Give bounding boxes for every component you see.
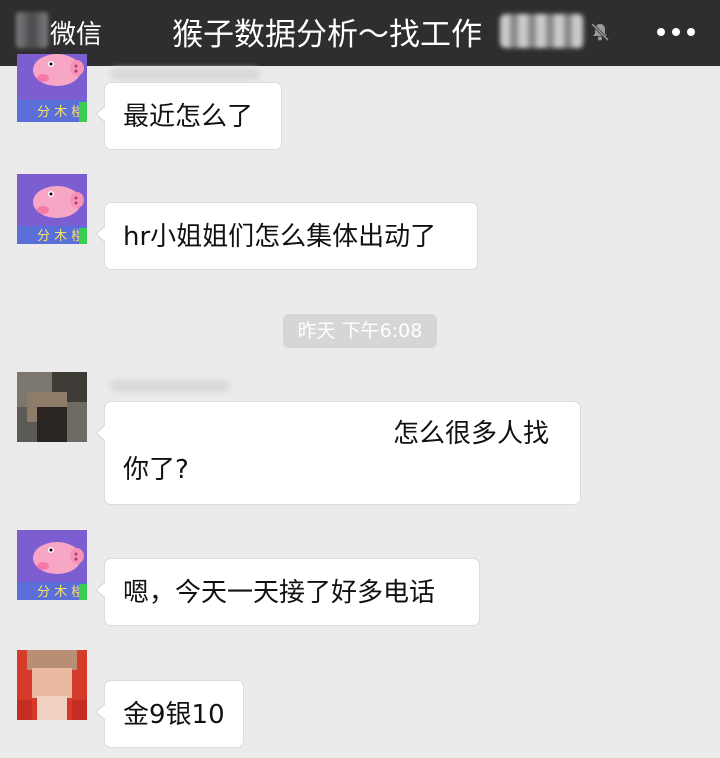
svg-text:分 木 楼: 分 木 楼: [37, 105, 84, 120]
message-text: 嗯，今天一天接了好多电话: [123, 578, 436, 608]
message-bubble[interactable]: 最近怎么了: [95, 82, 282, 150]
avatar-peppa[interactable]: 分 木 楼: [17, 530, 87, 600]
message-text: 金9银10: [123, 700, 225, 730]
message-bubble[interactable]: 金9银10: [95, 680, 244, 748]
avatar-blurred[interactable]: [17, 372, 87, 442]
more-dots-icon[interactable]: [656, 27, 696, 37]
svg-text:分 木 楼: 分 木 楼: [37, 229, 84, 244]
bell-muted-icon: [590, 22, 610, 42]
back-arrow-icon[interactable]: [16, 12, 48, 48]
sender-name-blurred: [110, 380, 230, 392]
svg-text:分 木 楼: 分 木 楼: [37, 585, 84, 600]
sender-name-blurred: [110, 68, 260, 80]
message-bubble[interactable]: 怎么很多人找 你了?: [95, 401, 581, 505]
message-text-line: 怎么很多人找: [393, 419, 550, 449]
message-bubble[interactable]: hr小姐姐们怎么集体出动了: [95, 202, 478, 270]
avatar-blurred[interactable]: [17, 650, 87, 720]
member-count-badge: [500, 14, 584, 48]
avatar-peppa[interactable]: 分 木 楼: [17, 174, 87, 244]
message-text: 最近怎么了: [123, 102, 254, 132]
chat-title: 猴子数据分析～找工作: [172, 17, 482, 53]
chat-header: 微信 猴子数据分析～找工作: [0, 0, 720, 66]
timestamp-label: 昨天 下午6:08: [283, 314, 437, 348]
avatar-peppa[interactable]: 分 木 楼: [17, 54, 87, 122]
message-bubble[interactable]: 嗯，今天一天接了好多电话: [95, 558, 480, 626]
back-button-label[interactable]: 微信: [50, 14, 102, 51]
message-text-line: 你了?: [123, 455, 189, 485]
message-text: hr小姐姐们怎么集体出动了: [123, 222, 437, 252]
